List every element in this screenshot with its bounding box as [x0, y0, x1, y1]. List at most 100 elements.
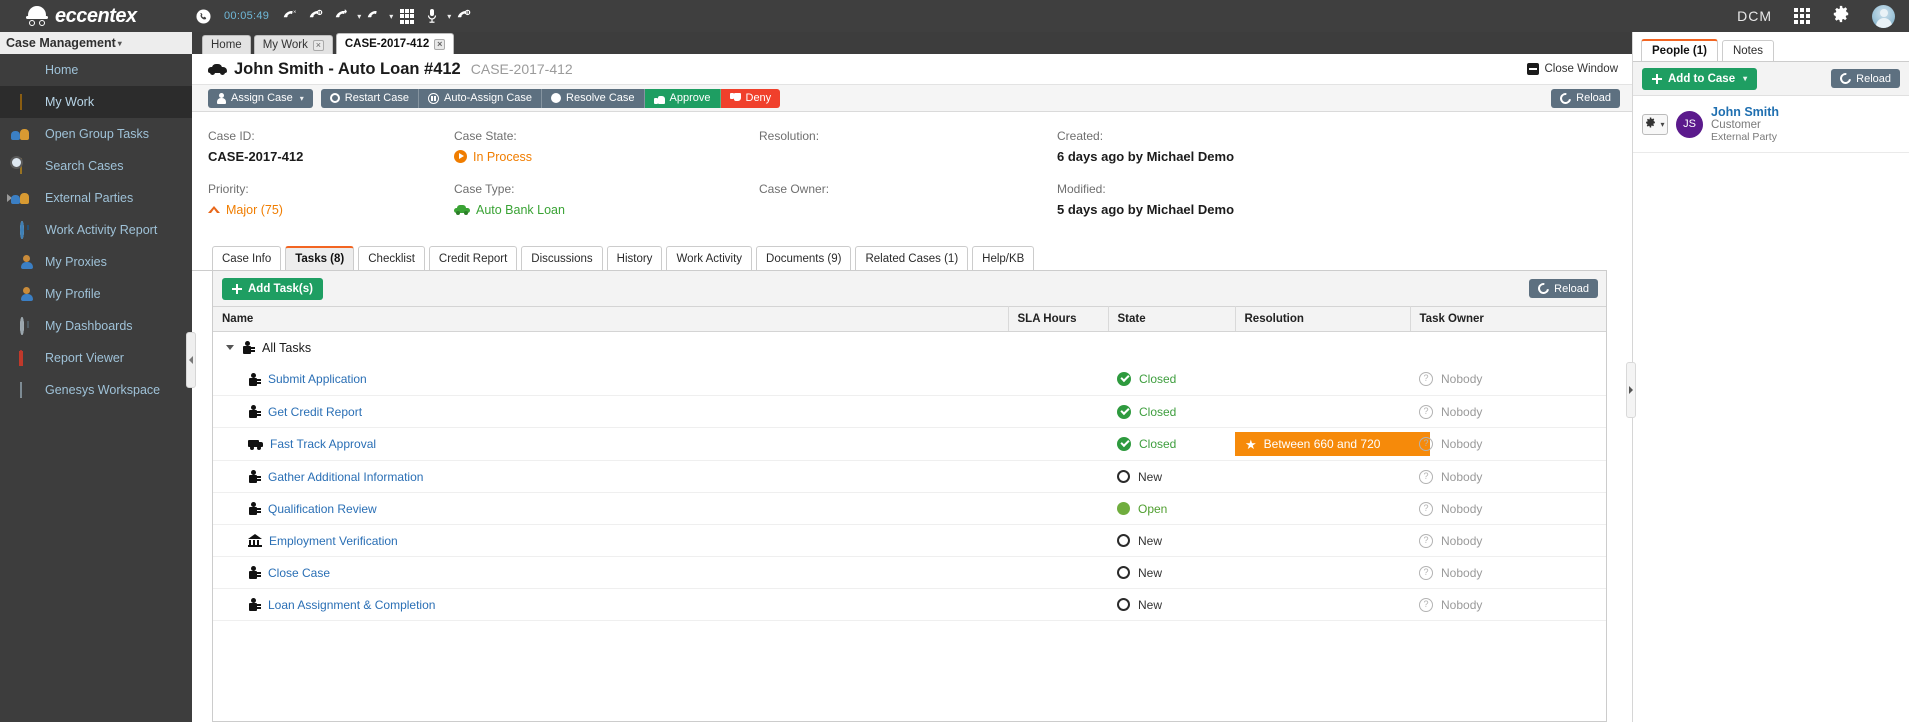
table-row[interactable]: Get Credit Report Closed ? Nobody [213, 396, 1606, 428]
add-to-case-button[interactable]: Add to Case ▾ [1642, 67, 1758, 90]
person-actions-button[interactable]: ▾ [1642, 113, 1668, 135]
priority-up-icon [208, 206, 220, 213]
priority-value: Major (75) [208, 201, 454, 218]
right-panel-collapse-handle[interactable] [1626, 362, 1636, 418]
restart-case-button[interactable]: Restart Case [320, 88, 419, 108]
sidebar-item-my-proxies[interactable]: My Proxies [0, 246, 192, 278]
tab-related-cases[interactable]: Related Cases (1) [855, 246, 969, 270]
task-name[interactable]: Get Credit Report [268, 405, 362, 419]
task-name[interactable]: Submit Application [268, 372, 367, 386]
task-name[interactable]: Loan Assignment & Completion [268, 598, 435, 612]
sidebar-item-my-work[interactable]: My Work [0, 86, 192, 118]
reload-case-button[interactable]: Reload [1551, 88, 1620, 108]
table-row[interactable]: All Tasks [213, 332, 1606, 364]
column-header-resolution[interactable]: Resolution [1235, 306, 1411, 332]
table-row[interactable]: Employment Verification New ? Nobody [213, 525, 1606, 557]
tab-history[interactable]: History [606, 246, 663, 270]
resolution-cell [1235, 364, 1410, 396]
column-header-name[interactable]: Name [213, 306, 1009, 332]
call-pause-icon[interactable] [451, 0, 477, 32]
call-active-icon[interactable] [190, 0, 216, 32]
table-row[interactable]: Loan Assignment & Completion New ? Nobod… [213, 589, 1606, 621]
approve-button[interactable]: Approve [644, 88, 721, 108]
person-details: John Smith Customer External Party [1711, 105, 1779, 143]
sidebar-item-my-profile[interactable]: My Profile [0, 278, 192, 310]
keypad-icon[interactable] [393, 0, 419, 32]
table-row[interactable]: Submit Application Closed ? Nobody [213, 364, 1606, 396]
tab-people[interactable]: People (1) [1641, 39, 1718, 61]
auto-assign-case-button[interactable]: Auto-Assign Case [418, 88, 543, 108]
case-state-value: In Process [454, 148, 759, 165]
column-header-state[interactable]: State [1108, 306, 1236, 332]
task-name[interactable]: Close Case [268, 566, 330, 580]
tab-discussions[interactable]: Discussions [521, 246, 603, 270]
button-label: Add Task(s) [248, 282, 313, 295]
list-item[interactable]: ▾ JS John Smith Customer External Party [1633, 96, 1909, 153]
table-row[interactable]: Fast Track Approval Closed ★ Between 660… [213, 428, 1606, 461]
task-name[interactable]: Gather Additional Information [268, 470, 423, 484]
state-cell: New [1108, 589, 1235, 621]
sidebar-item-open-group-tasks[interactable]: Open Group Tasks [0, 118, 192, 150]
table-row[interactable]: Qualification Review Open ? Nobody [213, 493, 1606, 525]
column-header-task-owner[interactable]: Task Owner [1410, 306, 1606, 332]
deny-button[interactable]: Deny [720, 88, 781, 108]
sla-cell [1008, 525, 1108, 557]
case-type-value: Auto Bank Loan [454, 201, 759, 218]
sidebar-item-my-dashboards[interactable]: My Dashboards [0, 310, 192, 342]
task-name[interactable]: Fast Track Approval [270, 437, 376, 451]
tab-notes[interactable]: Notes [1721, 40, 1775, 61]
sidebar-item-genesys-workspace[interactable]: Genesys Workspace [0, 374, 192, 406]
tab-tasks[interactable]: Tasks (8) [285, 246, 355, 270]
table-row[interactable]: Gather Additional Information New ? Nobo… [213, 461, 1606, 493]
window-tab-case-2017-412[interactable]: CASE-2017-412 × [335, 33, 455, 54]
apps-grid-icon[interactable] [1794, 8, 1810, 24]
table-row[interactable]: Close Case New ? Nobody [213, 557, 1606, 589]
right-panel: People (1) Notes Add to Case ▾ Reload ▾ … [1626, 32, 1909, 722]
button-label: Add to Case [1668, 72, 1736, 85]
close-icon[interactable]: × [434, 38, 446, 50]
tab-checklist[interactable]: Checklist [358, 246, 425, 270]
tab-label: Tasks (8) [295, 253, 345, 265]
tab-credit-report[interactable]: Credit Report [428, 246, 518, 270]
task-name[interactable]: Qualification Review [268, 502, 377, 516]
close-icon[interactable]: × [312, 39, 324, 51]
owner-cell: ? Nobody [1410, 493, 1606, 525]
avatar: JS [1676, 110, 1703, 138]
call-transfer-icon[interactable] [329, 0, 355, 32]
call-hold-icon[interactable] [303, 0, 329, 32]
close-window-button[interactable]: Close Window [1526, 63, 1618, 75]
sidebar-item-search-cases[interactable]: Search Cases [0, 150, 192, 182]
sidebar-item-external-parties[interactable]: External Parties [0, 182, 192, 214]
microphone-caret-icon[interactable]: ▾ [447, 12, 451, 21]
collapse-arrow-icon[interactable] [226, 345, 234, 351]
call-reject-icon[interactable]: × [277, 0, 303, 32]
gear-icon[interactable] [1832, 5, 1850, 28]
window-tab-my-work[interactable]: My Work × [253, 35, 333, 54]
user-avatar-icon[interactable] [1872, 4, 1895, 28]
resolve-case-button[interactable]: Resolve Case [542, 88, 645, 108]
brand-logo-area[interactable]: eccentex [0, 5, 190, 28]
sidebar-item-work-activity-report[interactable]: Work Activity Report [0, 214, 192, 246]
sidebar-app-switcher[interactable]: Case Management ▾ [0, 32, 192, 54]
microphone-icon[interactable] [419, 0, 445, 32]
assign-case-button[interactable]: Assign Case ▾ [208, 88, 313, 108]
sidebar-item-home[interactable]: Home [0, 54, 192, 86]
tab-case-info[interactable]: Case Info [212, 246, 282, 270]
call-consult-caret-icon[interactable]: ▾ [389, 12, 393, 21]
tab-work-activity[interactable]: Work Activity [666, 246, 753, 270]
task-name[interactable]: Employment Verification [269, 534, 398, 548]
resolution-cell [1235, 493, 1410, 525]
case-owner-label: Case Owner: [759, 182, 830, 196]
add-tasks-button[interactable]: Add Task(s) [222, 277, 323, 300]
call-transfer-caret-icon[interactable]: ▾ [357, 12, 361, 21]
call-consult-icon[interactable] [361, 0, 387, 32]
sidebar-collapse-handle[interactable] [186, 332, 196, 388]
sidebar-item-report-viewer[interactable]: Report Viewer [0, 342, 192, 374]
reload-tasks-button[interactable]: Reload [1529, 279, 1598, 298]
reload-people-button[interactable]: Reload [1831, 69, 1900, 88]
window-tab-home[interactable]: Home [202, 35, 251, 54]
column-header-sla-hours[interactable]: SLA Hours [1008, 306, 1109, 332]
tab-help-kb[interactable]: Help/KB [972, 246, 1035, 270]
tab-documents[interactable]: Documents (9) [756, 246, 852, 270]
person-name[interactable]: John Smith [1711, 105, 1779, 119]
